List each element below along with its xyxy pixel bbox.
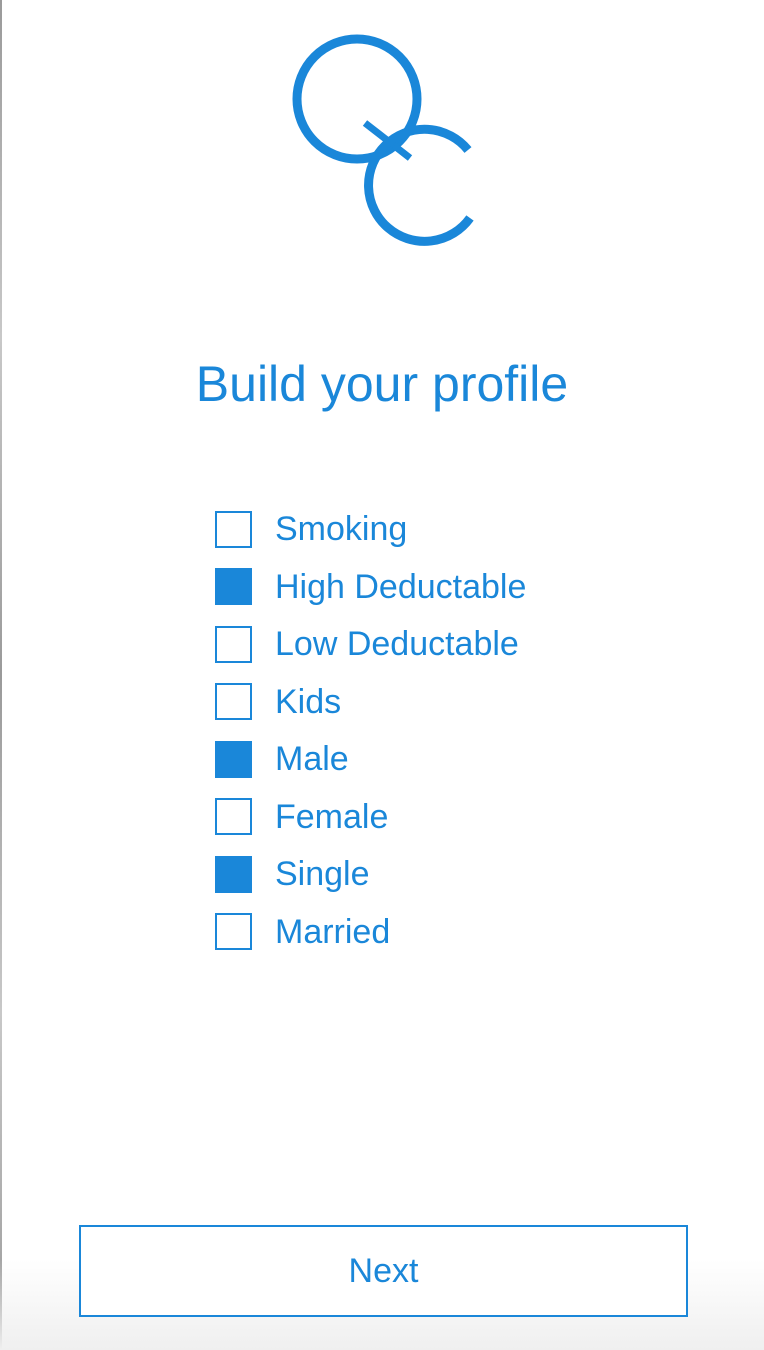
checkbox[interactable] — [215, 798, 252, 835]
option-married[interactable]: Married — [215, 912, 635, 952]
qc-logo-icon — [290, 30, 480, 252]
option-single[interactable]: Single — [215, 854, 635, 894]
profile-options-list: Smoking High Deductable Low Deductable K… — [215, 509, 635, 969]
option-female[interactable]: Female — [215, 797, 635, 837]
checkbox[interactable] — [215, 568, 252, 605]
option-smoking[interactable]: Smoking — [215, 509, 635, 549]
checkbox[interactable] — [215, 855, 252, 893]
page-title: Build your profile — [195, 356, 569, 412]
checkbox[interactable] — [215, 913, 252, 950]
next-button[interactable]: Next — [79, 1225, 688, 1317]
option-label: Kids — [275, 682, 342, 721]
option-label: Low Deductable — [275, 625, 519, 663]
option-label: Male — [275, 740, 349, 778]
option-label: Single — [275, 855, 370, 893]
option-label: Married — [275, 912, 391, 951]
checkbox[interactable] — [215, 625, 252, 663]
option-label: Female — [275, 797, 389, 836]
checkbox[interactable] — [215, 740, 252, 778]
option-high-deductable[interactable]: High Deductable — [215, 567, 635, 607]
window-edge — [0, 0, 2, 1350]
option-male[interactable]: Male — [215, 739, 635, 779]
option-label: High Deductable — [275, 567, 527, 606]
option-low-deductable[interactable]: Low Deductable — [215, 624, 635, 664]
option-kids[interactable]: Kids — [215, 682, 635, 722]
option-label: Smoking — [275, 510, 408, 548]
checkbox[interactable] — [215, 510, 252, 548]
checkbox[interactable] — [215, 683, 252, 720]
